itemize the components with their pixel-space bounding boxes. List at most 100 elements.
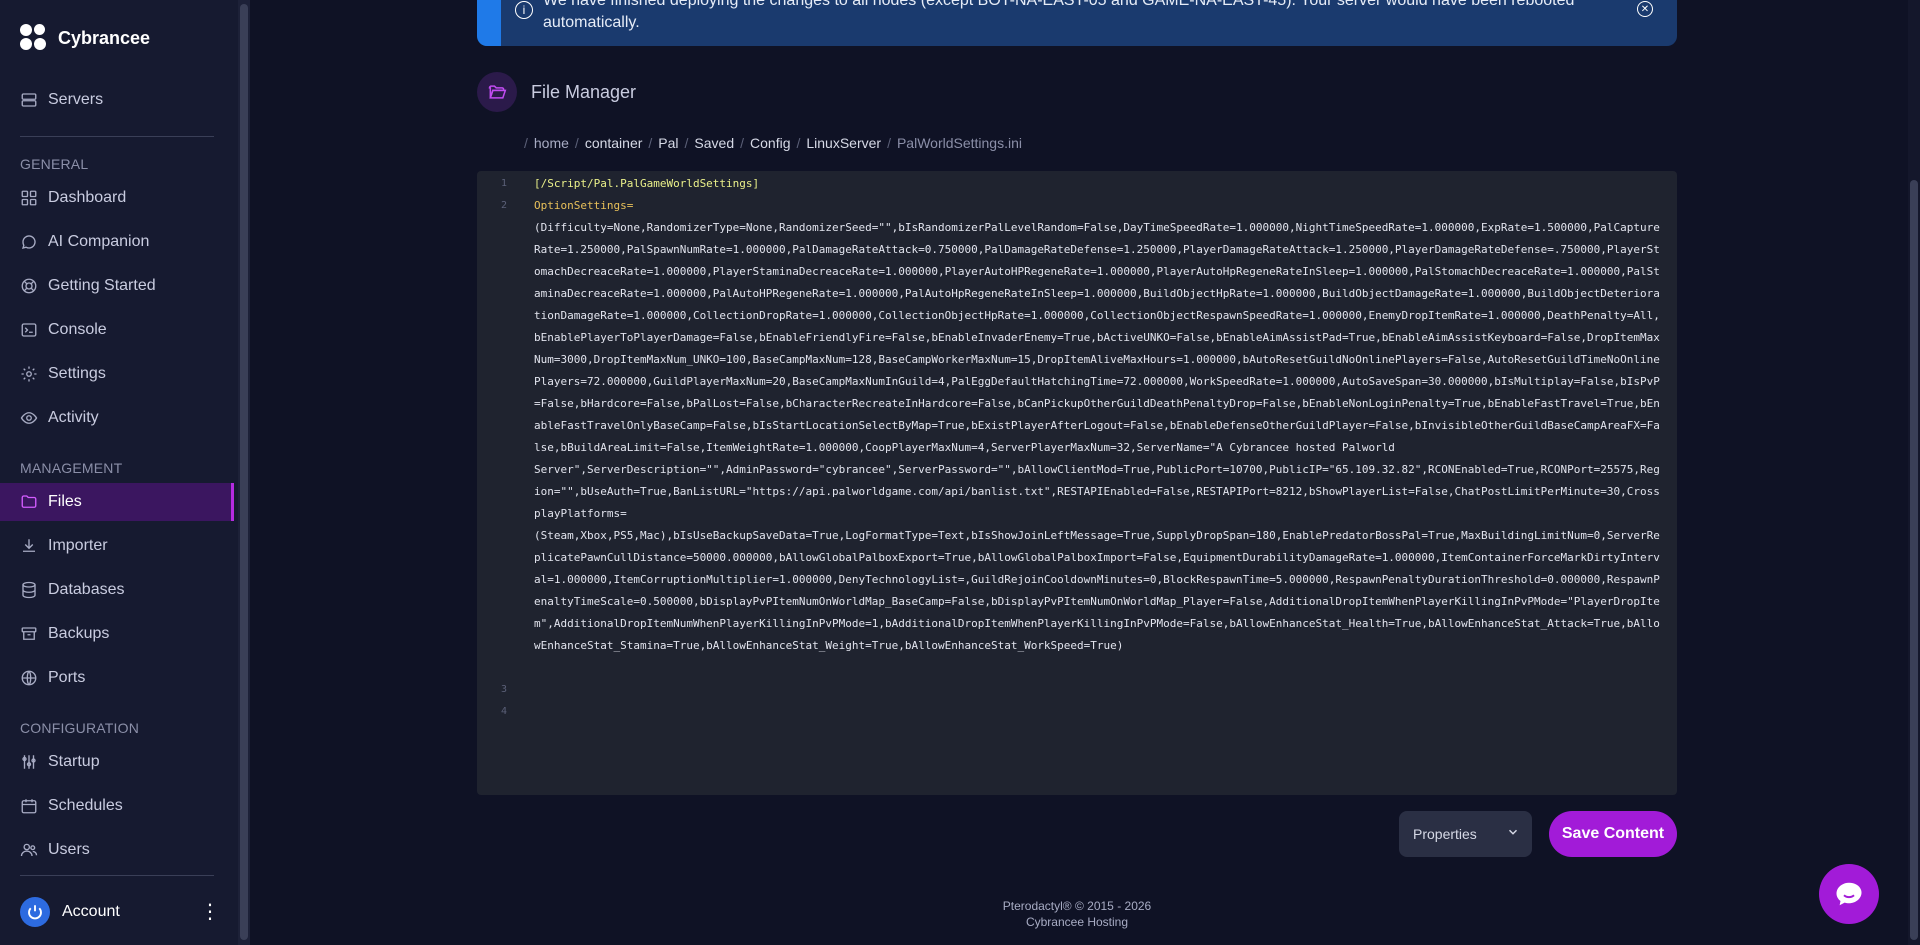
sidebar-item-schedules[interactable]: Schedules [0,787,234,825]
account-menu[interactable]: Account ⋮ [20,897,220,927]
deployment-alert: i We have finished deploying the changes… [477,0,1677,46]
calendar-icon [21,799,37,814]
chat-bubble-icon [21,235,36,249]
sidebar-item-label: Backups [48,625,110,642]
chat-icon [1836,882,1862,906]
breadcrumb-pal[interactable]: Pal [658,135,678,151]
sidebar-item-startup[interactable]: Startup [0,743,234,781]
globe-icon [21,670,37,686]
cybrancee-logo-icon [20,24,48,52]
lifebuoy-icon [21,278,37,294]
breadcrumb-config[interactable]: Config [750,135,790,151]
breadcrumb-separator: / [574,135,579,151]
breadcrumb-linuxserver[interactable]: LinuxServer [806,135,881,151]
sidebar-item-servers[interactable]: Servers [0,81,234,119]
sidebar-item-getting-started[interactable]: Getting Started [0,267,234,305]
sidebar-item-ports[interactable]: Ports [0,659,234,697]
file-mode-select[interactable]: Properties [1399,811,1532,857]
alert-accent-bar [477,0,501,46]
file-manager-header: File Manager [477,72,636,112]
sidebar-item-label: Console [48,321,107,338]
breadcrumb-home[interactable]: home [534,135,569,151]
sidebar-item-label: AI Companion [48,233,150,250]
breadcrumb-separator: / [796,135,801,151]
editor-line-content[interactable]: (Difficulty=None,RandomizerType=None,Ran… [534,217,1666,657]
section-label-general: GENERAL [20,156,89,172]
sidebar-item-activity[interactable]: Activity [0,399,234,437]
editor-line-key[interactable]: OptionSettings= [534,195,633,217]
sidebar-item-backups[interactable]: Backups [0,615,234,653]
avatar [20,897,50,927]
line-number: 2 [501,200,508,211]
sidebar-item-label: Dashboard [48,189,127,206]
sidebar-item-console[interactable]: Console [0,311,234,349]
line-number: 4 [501,706,508,717]
line-number-gutter: 1 2 3 4 [477,171,525,795]
chevron-down-icon [1508,829,1518,835]
sidebar-item-label: Users [48,841,90,858]
sidebar-item-label: Databases [48,581,125,598]
folder-open-icon [477,72,517,112]
power-icon [28,905,42,920]
sidebar-item-label: Servers [48,91,104,108]
breadcrumb-container[interactable]: container [585,135,643,151]
alert-message: We have finished deploying the changes t… [543,0,1575,31]
page-title: File Manager [531,81,637,102]
account-label: Account [62,903,120,920]
breadcrumb-separator: / [524,135,528,151]
info-icon: i [515,1,533,19]
footer: Pterodactyl® © 2015 - 2026 Cybrancee Hos… [877,898,1277,930]
section-label-management: MANAGEMENT [20,460,123,476]
kebab-menu-icon[interactable]: ⋮ [200,902,220,922]
download-icon [23,539,35,552]
close-icon[interactable]: ✕ [1637,1,1653,17]
breadcrumb: / home / container / Pal / Saved / Confi… [524,135,1022,151]
line-number: 1 [501,178,508,189]
sidebar-scrollbar-thumb[interactable] [240,4,248,940]
chat-widget-button[interactable] [1819,864,1879,924]
eye-icon [20,412,38,424]
sidebar-item-settings[interactable]: Settings [0,355,234,393]
breadcrumb-saved[interactable]: Saved [694,135,734,151]
sidebar-item-databases[interactable]: Databases [0,571,234,609]
code-editor[interactable]: 1 2 3 4 [/Script/Pal.PalGameWorldSetting… [477,171,1677,795]
select-value: Properties [1413,826,1477,842]
main-scrollbar-thumb[interactable] [1910,180,1918,940]
sidebar-item-label: Startup [48,753,100,770]
sidebar-item-ai-companion[interactable]: AI Companion [0,223,234,261]
line-number: 3 [501,684,508,695]
section-label-configuration: CONFIGURATION [20,720,140,736]
users-icon [20,843,38,857]
breadcrumb-current-file: PalWorldSettings.ini [896,135,1022,151]
dashboard-icon [21,190,37,206]
sidebar-divider [20,875,214,876]
breadcrumb-separator: / [648,135,653,151]
save-content-button[interactable]: Save Content [1549,811,1677,857]
breadcrumb-separator: / [684,135,689,151]
sidebar-item-label: Activity [48,409,99,426]
terminal-icon [21,323,37,337]
sidebar-item-label: Importer [48,537,108,554]
sidebar-item-importer[interactable]: Importer [0,527,234,565]
sidebar-item-label: Schedules [48,797,123,814]
sidebar-divider [20,136,214,137]
sidebar-item-users[interactable]: Users [0,831,234,869]
database-icon [22,581,36,599]
sidebar-item-label: Getting Started [48,277,156,294]
sidebar-item-label: Settings [48,365,106,382]
sidebar-item-dashboard[interactable]: Dashboard [0,179,234,217]
gear-icon [21,366,37,382]
sidebar: Cybrancee Servers GENERAL Dashboard AI C… [0,0,238,945]
breadcrumb-separator: / [740,135,745,151]
sidebar-item-label: Files [48,493,82,510]
footer-hosting: Cybrancee Hosting [1025,915,1129,929]
folder-icon [21,495,37,508]
footer-copyright: Pterodactyl® © 2015 - 2026 [1002,899,1152,913]
sidebar-item-label: Ports [48,669,86,686]
archive-icon [21,627,37,640]
brand-name: Cybrancee [58,27,151,48]
brand[interactable]: Cybrancee [20,24,150,52]
editor-line-section[interactable]: [/Script/Pal.PalGameWorldSettings] [534,173,759,195]
sidebar-item-files[interactable]: Files [0,483,234,521]
sliders-icon [22,755,36,769]
